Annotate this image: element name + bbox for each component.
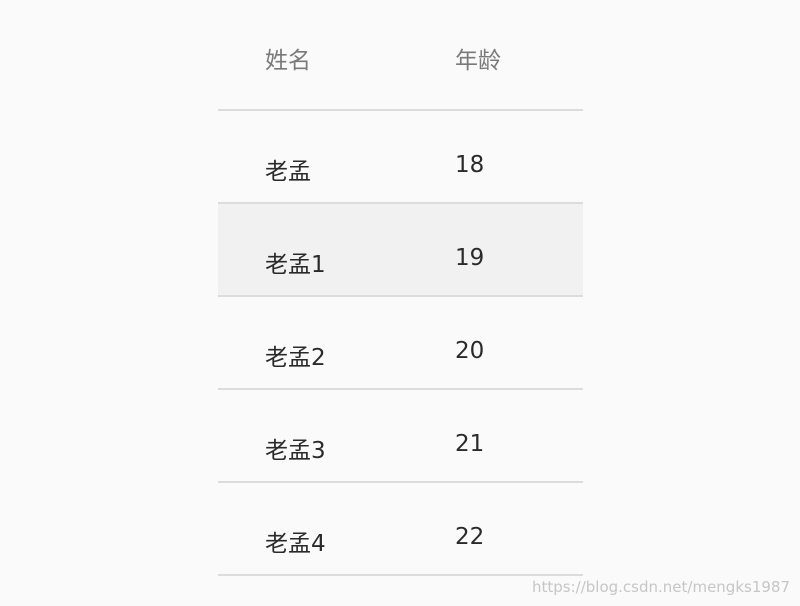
table-row[interactable]: 老孟4 22: [218, 483, 583, 576]
cell-age: 18: [455, 152, 485, 178]
cell-name: 老孟2: [265, 345, 326, 371]
cell-age: 21: [455, 431, 485, 457]
cell-age: 22: [455, 524, 485, 550]
cell-name: 老孟3: [265, 438, 326, 464]
watermark: https://blog.csdn.net/mengks1987: [532, 578, 790, 596]
table-row[interactable]: 老孟2 20: [218, 297, 583, 390]
cell-name: 老孟: [265, 159, 311, 185]
data-table: 姓名 年龄 老孟 18 老孟1 19 老孟2 20 老孟3 21 老孟4 22: [218, 0, 583, 576]
table-row[interactable]: 老孟 18: [218, 111, 583, 204]
page: 姓名 年龄 老孟 18 老孟1 19 老孟2 20 老孟3 21 老孟4 22 …: [0, 0, 800, 606]
cell-name: 老孟4: [265, 531, 326, 557]
header-age[interactable]: 年龄: [455, 41, 501, 75]
table-row[interactable]: 老孟3 21: [218, 390, 583, 483]
cell-age: 19: [455, 245, 485, 271]
cell-name: 老孟1: [265, 252, 326, 278]
table-header-row: 姓名 年龄: [218, 0, 583, 111]
table-row-selected[interactable]: 老孟1 19: [218, 204, 583, 297]
header-name[interactable]: 姓名: [265, 41, 311, 75]
cell-age: 20: [455, 338, 485, 364]
